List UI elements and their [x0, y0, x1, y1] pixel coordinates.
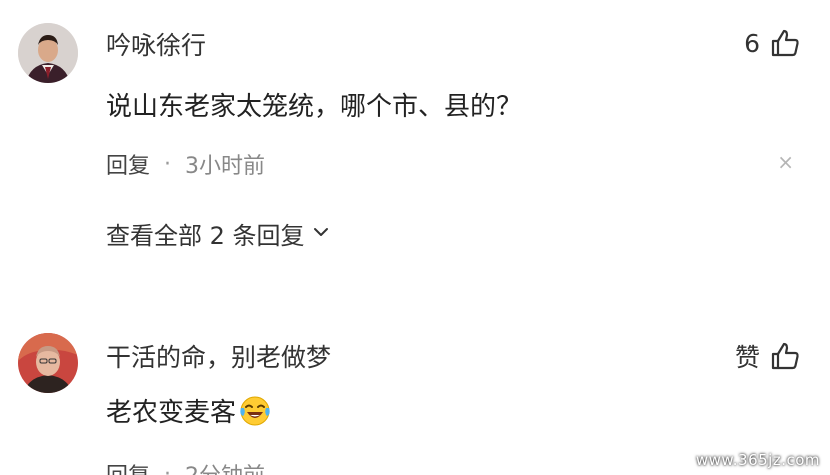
view-replies-link[interactable]: 查看全部 2 条回复 — [106, 216, 331, 251]
like-label: 赞 — [734, 343, 760, 372]
like-count: 6 — [744, 28, 760, 58]
comment-meta: 回复 · 2分钟前 — [106, 458, 265, 475]
thumbs-up-icon[interactable] — [770, 28, 800, 58]
comment-meta: 回复 · 3小时前 — [106, 148, 265, 180]
comment-text-content: 老农变麦客 — [106, 398, 237, 428]
like-button[interactable]: 6 — [744, 28, 800, 58]
reply-button[interactable]: 回复 — [106, 458, 150, 475]
close-icon[interactable]: × — [777, 150, 794, 174]
username[interactable]: 干活的命，别老做梦 — [106, 338, 331, 374]
comment-text: 说山东老家太笼统，哪个市、县的？ — [106, 86, 522, 123]
laughing-tears-emoji-icon — [238, 394, 272, 428]
user-avatar[interactable] — [18, 23, 78, 83]
reply-button[interactable]: 回复 — [106, 148, 150, 180]
chevron-down-icon — [311, 220, 331, 248]
comment-time: 2分钟前 — [185, 458, 265, 475]
comment-text-content: 说山东老家太笼统，哪个市、县的？ — [106, 92, 523, 122]
thumbs-up-icon[interactable] — [770, 341, 800, 371]
comment-time: 3小时前 — [185, 154, 266, 179]
comment-list: 吟咏徐行 6 说山东老家太笼统，哪个市、县的？ 回复 · 3小时前 × 查看全部… — [0, 0, 830, 475]
site-watermark: www.365jz.com — [695, 451, 820, 469]
separator-dot: · — [164, 151, 172, 177]
view-replies-label: 查看全部 2 条回复 — [106, 222, 305, 250]
like-button[interactable]: 赞 — [735, 338, 800, 374]
separator-dot: · — [164, 461, 172, 475]
comment-text: 老农变麦客 — [106, 392, 272, 429]
user-avatar[interactable] — [18, 333, 78, 393]
username[interactable]: 吟咏徐行 — [106, 26, 206, 62]
